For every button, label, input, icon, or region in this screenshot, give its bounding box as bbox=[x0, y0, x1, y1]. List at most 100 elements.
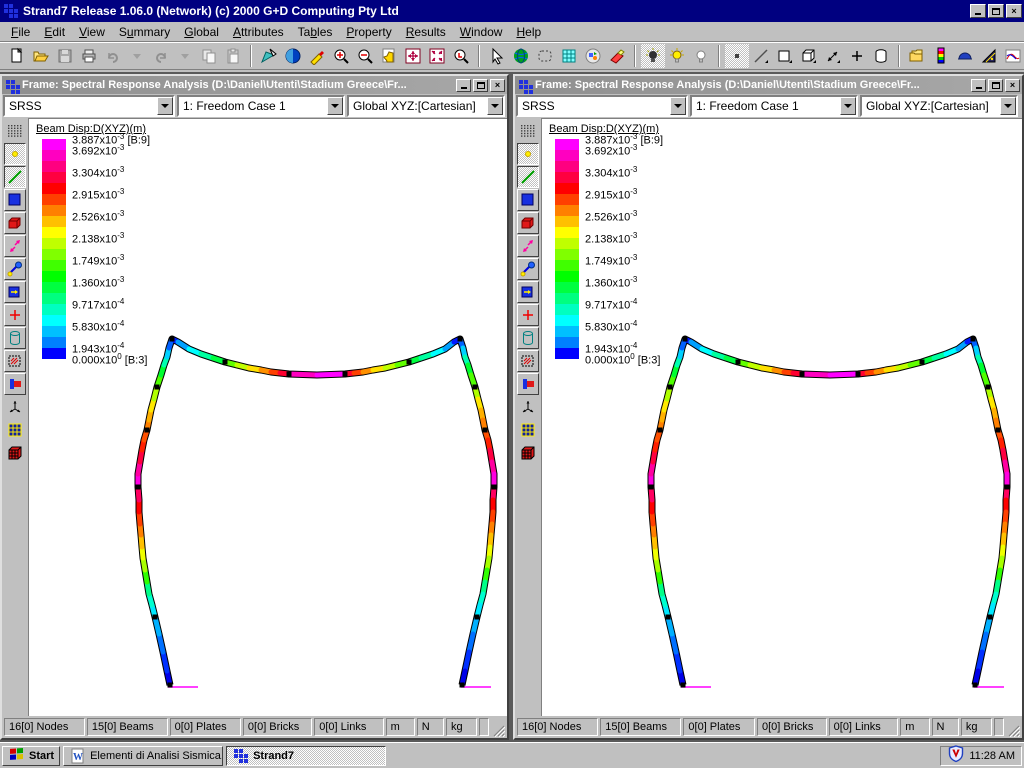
redo-dropdown-button[interactable] bbox=[173, 44, 197, 68]
axis-combo[interactable]: Global XYZ:[Cartesian] bbox=[347, 95, 505, 117]
grid-marker-tool[interactable] bbox=[4, 419, 26, 441]
child-minimize-button[interactable] bbox=[456, 79, 471, 92]
beam-section-tool[interactable] bbox=[4, 373, 26, 395]
combination-combo[interactable]: SRSS bbox=[516, 95, 688, 117]
brick-grid-marker-tool[interactable] bbox=[4, 442, 26, 464]
cylinder-marker-tool[interactable] bbox=[517, 327, 539, 349]
cross-marker-tool[interactable] bbox=[517, 304, 539, 326]
child-title-bar[interactable]: Frame: Spectral Response Analysis (D:\Da… bbox=[515, 76, 1022, 94]
zoom-in-button[interactable] bbox=[329, 44, 353, 68]
menu-summary[interactable]: Summary bbox=[112, 23, 177, 41]
copy-button[interactable] bbox=[197, 44, 221, 68]
case-combo[interactable]: 1: Freedom Case 1 bbox=[690, 95, 858, 117]
menu-help[interactable]: Help bbox=[509, 23, 548, 41]
vertex-select-tool[interactable] bbox=[4, 258, 26, 280]
cylinder-tool-button[interactable] bbox=[869, 44, 893, 68]
menu-global[interactable]: Global bbox=[177, 23, 226, 41]
combo-dropdown-button[interactable] bbox=[670, 97, 686, 115]
node-tool-button[interactable] bbox=[257, 44, 281, 68]
combo-dropdown-button[interactable] bbox=[487, 97, 503, 115]
model-viewport[interactable]: Beam Disp:D(XYZ)(m)3.887x10-3 [B:9]3.692… bbox=[28, 118, 507, 716]
resize-grip[interactable] bbox=[1006, 723, 1020, 737]
select-group-button[interactable] bbox=[581, 44, 605, 68]
pan-hand-button[interactable] bbox=[377, 44, 401, 68]
light-on-button[interactable] bbox=[641, 44, 665, 68]
pointer-button[interactable] bbox=[485, 44, 509, 68]
layers-button[interactable] bbox=[905, 44, 929, 68]
draw-beam-button[interactable] bbox=[749, 44, 773, 68]
link-select-tool[interactable] bbox=[517, 235, 539, 257]
combo-dropdown-button[interactable] bbox=[157, 97, 173, 115]
menu-file[interactable]: File bbox=[4, 23, 37, 41]
menu-results[interactable]: Results bbox=[399, 23, 453, 41]
light-bulb-white-button[interactable] bbox=[689, 44, 713, 68]
sphere-view-button[interactable] bbox=[281, 44, 305, 68]
task-elementi-di-analisi-sismica[interactable]: WElementi di Analisi Sismica... bbox=[63, 746, 223, 766]
child-title-bar[interactable]: Frame: Spectral Response Analysis (D:\Da… bbox=[2, 76, 507, 94]
save-button[interactable] bbox=[53, 44, 77, 68]
draw-plate-button[interactable] bbox=[773, 44, 797, 68]
beam-select-tool[interactable] bbox=[517, 166, 539, 188]
zoom-extents-button[interactable] bbox=[425, 44, 449, 68]
cylinder-marker-tool[interactable] bbox=[4, 327, 26, 349]
select-grid-button[interactable] bbox=[557, 44, 581, 68]
new-file-button[interactable] bbox=[5, 44, 29, 68]
axis-combo[interactable]: Global XYZ:[Cartesian] bbox=[860, 95, 1018, 117]
print-button[interactable] bbox=[77, 44, 101, 68]
combo-dropdown-button[interactable] bbox=[1000, 97, 1016, 115]
combo-dropdown-button[interactable] bbox=[840, 97, 856, 115]
brick-grid-marker-tool[interactable] bbox=[517, 442, 539, 464]
face-select-tool[interactable] bbox=[517, 281, 539, 303]
model-viewport[interactable]: Beam Disp:D(XYZ)(m)3.887x10-3 [B:9]3.692… bbox=[541, 118, 1022, 716]
main-title-bar[interactable]: Strand7 Release 1.06.0 (Network) (c) 200… bbox=[0, 0, 1024, 22]
menu-view[interactable]: View bbox=[72, 23, 112, 41]
menu-window[interactable]: Window bbox=[453, 23, 510, 41]
globe-button[interactable] bbox=[509, 44, 533, 68]
menu-property[interactable]: Property bbox=[339, 23, 398, 41]
select-lasso-button[interactable] bbox=[533, 44, 557, 68]
beam-section-tool[interactable] bbox=[517, 373, 539, 395]
child-maximize-button[interactable] bbox=[473, 79, 488, 92]
region-select-tool[interactable] bbox=[517, 350, 539, 372]
menu-tables[interactable]: Tables bbox=[291, 23, 340, 41]
zoom-select-button[interactable] bbox=[449, 44, 473, 68]
graph-tool-button[interactable] bbox=[1001, 44, 1024, 68]
combination-combo[interactable]: SRSS bbox=[3, 95, 175, 117]
brush-button[interactable] bbox=[305, 44, 329, 68]
open-folder-button[interactable] bbox=[29, 44, 53, 68]
task-strand7[interactable]: Strand7 bbox=[226, 746, 386, 766]
vertex-select-tool[interactable] bbox=[517, 258, 539, 280]
child-close-button[interactable]: × bbox=[1005, 79, 1020, 92]
light-bulb-yellow-button[interactable] bbox=[665, 44, 689, 68]
resize-grip[interactable] bbox=[491, 723, 505, 737]
child-minimize-button[interactable] bbox=[971, 79, 986, 92]
menu-attributes[interactable]: Attributes bbox=[226, 23, 291, 41]
grid-marker-tool[interactable] bbox=[517, 419, 539, 441]
cross-marker-tool[interactable] bbox=[4, 304, 26, 326]
plate-select-tool[interactable] bbox=[517, 189, 539, 211]
brick-select-tool[interactable] bbox=[517, 212, 539, 234]
combo-dropdown-button[interactable] bbox=[327, 97, 343, 115]
paste-button[interactable] bbox=[221, 44, 245, 68]
menu-edit[interactable]: Edit bbox=[37, 23, 72, 41]
dome-tool-button[interactable] bbox=[953, 44, 977, 68]
handle-dots-tool[interactable] bbox=[517, 120, 539, 142]
zoom-out-all-button[interactable] bbox=[401, 44, 425, 68]
region-select-tool[interactable] bbox=[4, 350, 26, 372]
case-combo[interactable]: 1: Freedom Case 1 bbox=[177, 95, 345, 117]
start-button[interactable]: Start bbox=[2, 746, 60, 766]
link-select-tool[interactable] bbox=[4, 235, 26, 257]
beam-select-tool[interactable] bbox=[4, 166, 26, 188]
node-select-tool[interactable] bbox=[517, 143, 539, 165]
redo-button[interactable] bbox=[149, 44, 173, 68]
contour-bar-button[interactable] bbox=[929, 44, 953, 68]
draw-brick-button[interactable] bbox=[797, 44, 821, 68]
axes-marker-tool[interactable] bbox=[517, 396, 539, 418]
undo-dropdown-button[interactable] bbox=[125, 44, 149, 68]
close-button[interactable]: × bbox=[1006, 4, 1022, 18]
child-close-button[interactable]: × bbox=[490, 79, 505, 92]
plate-select-tool[interactable] bbox=[4, 189, 26, 211]
child-maximize-button[interactable] bbox=[988, 79, 1003, 92]
zoom-out-button[interactable] bbox=[353, 44, 377, 68]
minimize-button[interactable] bbox=[970, 4, 986, 18]
